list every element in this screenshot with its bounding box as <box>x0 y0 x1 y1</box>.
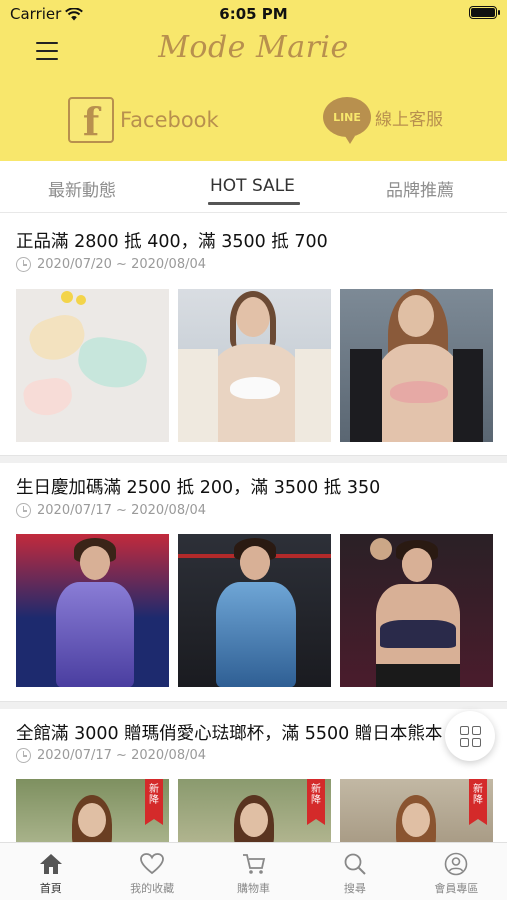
promo-date: 2020/07/20 ~ 2020/08/04 <box>16 257 206 272</box>
nav-member-label: 會員專區 <box>434 882 479 895</box>
status-bar: Carrier 6:05 PM <box>0 0 507 28</box>
promo-section-3[interactable]: 全館滿 3000 贈瑪俏愛心琺瑯杯，滿 5500 贈日本熊本 2020/07/1… <box>0 709 507 842</box>
clock-icon <box>16 503 31 518</box>
promo-date: 2020/07/17 ~ 2020/08/04 <box>16 503 206 518</box>
promo-date: 2020/07/17 ~ 2020/08/04 <box>16 748 206 763</box>
promo-image-blue-tank[interactable] <box>178 534 331 687</box>
facebook-label: Facebook <box>120 108 219 132</box>
new-price-tag: 新降 <box>469 779 487 825</box>
promo-title: 生日慶加碼滿 2500 抵 200，滿 3500 抵 350 <box>16 478 381 498</box>
search-icon <box>342 851 368 877</box>
nav-cart-label: 購物車 <box>237 882 271 895</box>
nav-cart[interactable]: 購物車 <box>203 843 304 900</box>
line-support-label: 線上客服 <box>375 109 443 130</box>
clock-time: 6:05 PM <box>219 5 288 23</box>
promo-image-pastel-panties[interactable] <box>16 289 169 442</box>
brand-logo: Mode Marie <box>158 30 349 65</box>
promo-image-pink-bra[interactable] <box>340 289 493 442</box>
nav-home-label: 首頁 <box>39 882 62 895</box>
promo-image-purple-tank[interactable] <box>16 534 169 687</box>
promo-section-2[interactable]: 生日慶加碼滿 2500 抵 200，滿 3500 抵 350 2020/07/1… <box>0 463 507 701</box>
home-icon <box>38 851 64 877</box>
clock-icon <box>16 257 31 272</box>
clock-icon <box>16 748 31 763</box>
active-tab-indicator <box>208 202 300 205</box>
promo-date-text: 2020/07/17 ~ 2020/08/04 <box>37 748 207 763</box>
nav-search-label: 搜尋 <box>343 882 366 895</box>
section-divider <box>0 701 507 709</box>
nav-search[interactable]: 搜尋 <box>304 843 405 900</box>
promo-image-sports-bra[interactable] <box>340 534 493 687</box>
line-icon: LINE <box>323 97 371 144</box>
promo-title: 全館滿 3000 贈瑪俏愛心琺瑯杯，滿 5500 贈日本熊本 <box>16 724 443 744</box>
section-divider <box>0 455 507 463</box>
promo-date-text: 2020/07/17 ~ 2020/08/04 <box>37 503 207 518</box>
promo-section-1[interactable]: 正品滿 2800 抵 400，滿 3500 抵 700 2020/07/20 ~… <box>0 214 507 455</box>
new-price-tag: 新降 <box>307 779 325 825</box>
cart-icon <box>241 851 267 877</box>
nav-member[interactable]: 會員專區 <box>406 843 507 900</box>
nav-home[interactable]: 首頁 <box>0 843 101 900</box>
bottom-navigation: 首頁 我的收藏 購物車 搜尋 會員專區 <box>0 842 507 900</box>
tab-bar: 最新動態 HOT SALE 品牌推薦 <box>0 161 507 213</box>
battery-icon <box>469 6 500 19</box>
promo-image-outdoor-1[interactable]: 新降 <box>16 779 169 842</box>
line-support-button[interactable]: LINE 線上客服 <box>323 97 443 144</box>
promo-title: 正品滿 2800 抵 400，滿 3500 抵 700 <box>16 232 328 252</box>
facebook-button[interactable]: f Facebook <box>68 97 219 143</box>
tab-hot-sale[interactable]: HOT SALE <box>210 176 295 196</box>
promo-image-white-bra[interactable] <box>178 289 331 442</box>
nav-favorites-label: 我的收藏 <box>130 882 175 895</box>
promo-image-outdoor-3[interactable]: 新降 <box>340 779 493 842</box>
heart-icon <box>139 851 165 877</box>
facebook-icon: f <box>68 97 114 143</box>
new-price-tag: 新降 <box>145 779 163 825</box>
promo-date-text: 2020/07/20 ~ 2020/08/04 <box>37 257 207 272</box>
user-icon <box>443 851 469 877</box>
tab-latest-news[interactable]: 最新動態 <box>48 176 116 201</box>
nav-favorites[interactable]: 我的收藏 <box>101 843 202 900</box>
tab-brand-recommend[interactable]: 品牌推薦 <box>386 176 454 201</box>
promo-image-outdoor-2[interactable]: 新降 <box>178 779 331 842</box>
grid-view-button[interactable] <box>445 711 495 761</box>
